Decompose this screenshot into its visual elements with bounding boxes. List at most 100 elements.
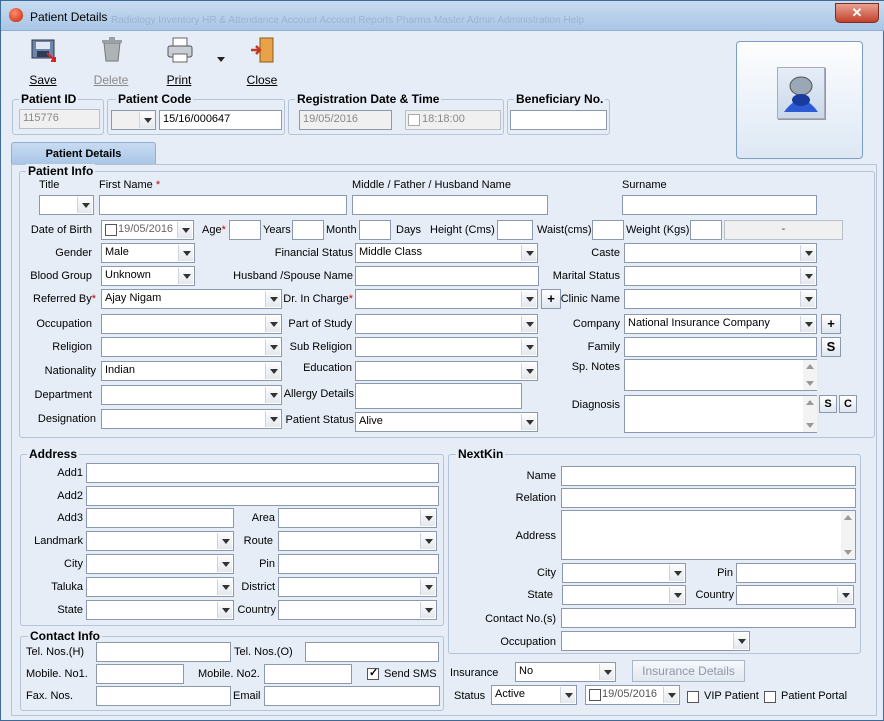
company-select[interactable]: National Insurance Company <box>624 314 817 334</box>
print-label: Print <box>166 73 192 87</box>
surname-field[interactable] <box>622 195 817 215</box>
education-select[interactable] <box>355 361 538 381</box>
gender-select[interactable]: Male <box>101 243 195 263</box>
search-family-button[interactable]: S <box>821 337 841 357</box>
part-of-study-select[interactable] <box>355 314 538 334</box>
email-field[interactable] <box>264 686 440 706</box>
bmi-field: - <box>724 220 843 240</box>
district-label: District <box>241 581 275 593</box>
blood-group-select[interactable]: Unknown <box>101 266 195 286</box>
age-days-field[interactable] <box>359 220 391 240</box>
fax-field[interactable] <box>96 686 231 706</box>
add2-field[interactable] <box>86 486 439 506</box>
tel-office-field[interactable] <box>305 642 439 662</box>
save-button[interactable]: Save <box>18 35 68 87</box>
diagnosis-search-button[interactable]: S <box>819 395 837 413</box>
country-select[interactable] <box>278 600 437 620</box>
nationality-select[interactable]: Indian <box>101 361 282 381</box>
nextkin-name-field[interactable] <box>561 466 856 486</box>
nextkin-relation-field[interactable] <box>561 488 856 508</box>
patient-portal-checkbox[interactable] <box>764 691 776 703</box>
vip-patient-checkbox[interactable] <box>687 691 699 703</box>
nextkin-address-scrollbar[interactable] <box>841 511 855 559</box>
add3-field[interactable] <box>86 508 234 528</box>
diagnosis-clear-button[interactable]: C <box>839 395 857 413</box>
marital-status-label: Marital Status <box>552 270 620 282</box>
nextkin-city-select[interactable] <box>562 563 686 583</box>
email-label: Email <box>233 690 261 702</box>
department-select[interactable] <box>101 385 282 405</box>
designation-select[interactable] <box>101 409 282 429</box>
add2-label: Add2 <box>57 490 83 502</box>
state-select[interactable] <box>86 600 234 620</box>
nextkin-pin-field[interactable] <box>736 563 856 583</box>
avatar-placeholder <box>777 67 825 119</box>
mobile1-field[interactable] <box>96 664 184 684</box>
beneficiary-label: Beneficiary No. <box>514 92 606 106</box>
dr-in-charge-label: Dr. In Charge* <box>283 293 353 305</box>
middle-name-field[interactable] <box>352 195 548 215</box>
tab-patient-details[interactable]: Patient Details <box>11 142 156 165</box>
weight-field[interactable] <box>690 220 722 240</box>
patient-code-field[interactable]: 15/16/000647 <box>159 110 282 130</box>
nextkin-pin-label: Pin <box>717 567 733 579</box>
dob-checkbox[interactable] <box>105 224 117 236</box>
print-dropdown-icon[interactable] <box>217 57 225 62</box>
sp-notes-scrollbar[interactable] <box>803 360 817 390</box>
send-sms-checkbox[interactable] <box>367 666 379 680</box>
religion-select[interactable] <box>101 337 282 357</box>
nextkin-address-field[interactable] <box>561 510 856 560</box>
nextkin-state-select[interactable] <box>562 585 686 605</box>
delete-button[interactable]: Delete <box>86 35 136 87</box>
sp-notes-field[interactable] <box>624 359 817 391</box>
clinic-name-select[interactable] <box>624 289 817 309</box>
status-date-checkbox[interactable] <box>589 689 601 701</box>
title-select[interactable] <box>39 195 94 215</box>
tel-home-field[interactable] <box>96 642 231 662</box>
nextkin-contact-field[interactable] <box>561 608 856 628</box>
pin-field[interactable] <box>278 554 439 574</box>
waist-field[interactable] <box>592 220 624 240</box>
add-company-button[interactable]: + <box>821 314 841 334</box>
patient-photo[interactable] <box>736 41 863 159</box>
district-select[interactable] <box>278 577 437 597</box>
route-select[interactable] <box>278 531 437 551</box>
age-years-field[interactable] <box>229 220 261 240</box>
add1-field[interactable] <box>86 463 439 483</box>
month-label: Month <box>326 224 357 236</box>
allergy-details-field[interactable] <box>355 383 522 409</box>
financial-status-select[interactable]: Middle Class <box>355 243 538 263</box>
dr-in-charge-select[interactable] <box>355 289 538 309</box>
nextkin-country-select[interactable] <box>736 585 854 605</box>
family-field[interactable] <box>624 337 817 357</box>
diagnosis-scrollbar[interactable] <box>803 396 817 432</box>
referred-by-select[interactable]: Ajay Nigam <box>101 289 282 309</box>
mobile1-label: Mobile. No1. <box>26 668 88 680</box>
close-button[interactable]: Close <box>237 35 287 87</box>
age-months-field[interactable] <box>292 220 324 240</box>
close-window-button[interactable]: ✕ <box>835 3 879 23</box>
landmark-select[interactable] <box>86 531 234 551</box>
caste-select[interactable] <box>624 243 817 263</box>
print-button[interactable]: Print <box>154 35 204 87</box>
sub-religion-select[interactable] <box>355 337 538 357</box>
taluka-select[interactable] <box>86 577 234 597</box>
insurance-select[interactable]: No <box>515 662 616 682</box>
mobile2-field[interactable] <box>264 664 352 684</box>
beneficiary-field[interactable] <box>510 110 607 130</box>
spouse-name-field[interactable] <box>355 266 539 286</box>
patient-code-prefix-select[interactable] <box>111 110 156 130</box>
status-select[interactable]: Active <box>491 685 577 705</box>
insurance-details-button[interactable]: Insurance Details <box>632 660 745 682</box>
marital-status-select[interactable] <box>624 266 817 286</box>
city-select[interactable] <box>86 554 234 574</box>
first-name-field[interactable] <box>99 195 347 215</box>
occupation-select[interactable] <box>101 314 282 334</box>
title-bar: Patient Details Radiology Inventory HR &… <box>1 1 884 31</box>
patient-status-select[interactable]: Alive <box>355 412 538 432</box>
nextkin-occupation-select[interactable] <box>561 631 750 651</box>
diagnosis-field[interactable] <box>624 395 817 433</box>
height-field[interactable] <box>497 220 533 240</box>
title-label: Title <box>39 179 60 191</box>
area-select[interactable] <box>278 508 437 528</box>
